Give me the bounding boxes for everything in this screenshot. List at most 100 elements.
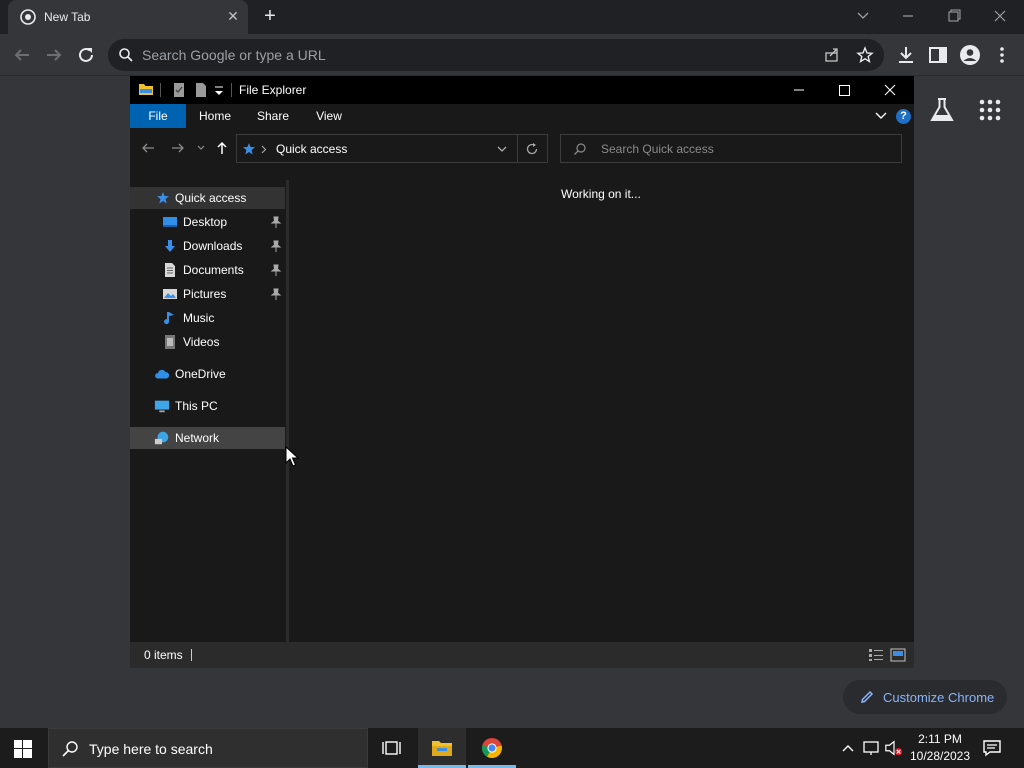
navigation-pane-splitter[interactable] [286,180,289,642]
ribbon-tab-share[interactable]: Share [248,104,298,128]
address-dropdown-icon[interactable] [496,145,508,154]
omnibox[interactable]: Search Google or type a URL [108,39,884,71]
restore-icon[interactable] [940,4,968,28]
tab-title: New Tab [44,10,91,24]
explorer-maximize-icon[interactable] [822,78,866,102]
tray-chevron-up-icon[interactable] [838,738,858,758]
item-count: 0 items [144,648,183,662]
explorer-ribbon: File Home Share View ? [130,104,914,128]
address-box[interactable]: Quick access [236,134,548,163]
ribbon-tab-view[interactable]: View [306,104,352,128]
large-icons-view-icon[interactable] [890,647,906,663]
explorer-minimize-icon[interactable] [777,78,821,102]
close-icon[interactable] [986,4,1014,28]
forward-arrow-icon[interactable] [42,43,66,67]
ribbon-tab-home[interactable]: Home [192,104,238,128]
pictures-icon [163,289,177,299]
customize-chrome-button[interactable]: Customize Chrome [843,680,1007,714]
share-icon[interactable] [824,47,840,63]
nav-label: OneDrive [175,367,226,381]
explorer-search-placeholder: Search Quick access [601,142,714,156]
download-icon[interactable] [894,43,918,67]
taskbar-clock[interactable]: 2:11 PM 10/28/2023 [900,731,980,765]
labs-flask-icon[interactable] [928,96,956,124]
refresh-icon[interactable] [525,142,539,156]
taskbar-file-explorer[interactable] [418,728,466,768]
new-folder-icon[interactable] [194,82,208,98]
side-panel-icon[interactable] [926,43,950,67]
nav-label: This PC [175,399,218,413]
explorer-close-icon[interactable] [868,78,912,102]
network-tray-icon[interactable] [862,738,882,758]
search-icon [574,143,586,155]
clock-date: 10/28/2023 [909,749,971,763]
tab-new-tab[interactable]: New Tab ✕ [8,0,248,34]
nav-item-downloads[interactable]: Downloads [130,235,285,257]
nav-item-quick-access[interactable]: Quick access [130,187,285,209]
file-explorer-window: File Explorer File Home Share View ? Qui… [130,76,914,668]
taskbar-chrome[interactable] [468,728,516,768]
up-arrow-icon[interactable] [214,140,230,156]
bookmark-star-icon[interactable] [856,46,874,64]
taskbar-search-placeholder: Type here to search [89,741,213,757]
status-divider [191,649,192,661]
mouse-cursor-icon [285,446,299,467]
task-view-icon[interactable] [382,739,402,757]
nav-item-documents[interactable]: Documents [130,259,285,281]
details-view-icon[interactable] [868,648,884,662]
taskbar-search-box[interactable]: Type here to search [48,728,368,768]
tab-close-button[interactable]: ✕ [224,7,242,25]
pin-icon[interactable] [270,215,282,229]
nav-item-videos[interactable]: Videos [130,331,285,353]
help-button[interactable]: ? [896,109,911,124]
windows-start-icon[interactable] [14,740,32,758]
more-menu-icon[interactable] [990,43,1014,67]
search-icon [119,48,133,62]
apps-grid-icon[interactable] [978,98,1002,122]
onedrive-cloud-icon [155,369,170,379]
desktop-icon [163,217,177,227]
nav-item-music[interactable]: Music [130,307,285,329]
quick-access-star-icon [243,143,255,155]
ribbon-expand-chevron-icon[interactable] [874,110,888,122]
recent-locations-icon[interactable] [196,144,206,152]
new-tab-button[interactable]: + [258,5,282,29]
chrome-icon [482,738,502,758]
nav-item-network[interactable]: Network [130,427,285,449]
reload-icon[interactable] [74,43,98,67]
breadcrumb-chevron-icon[interactable] [261,145,267,154]
title-divider [231,83,232,97]
pin-icon[interactable] [270,239,282,253]
explorer-titlebar[interactable]: File Explorer [130,76,914,104]
explorer-back-icon[interactable] [140,140,156,156]
tab-search-chevron-icon[interactable] [849,4,877,28]
nav-item-this-pc[interactable]: This PC [130,395,285,417]
ribbon-tab-file[interactable]: File [130,104,186,128]
nav-label: Documents [183,263,244,277]
back-arrow-icon[interactable] [10,43,34,67]
qat-customize-icon[interactable] [214,85,224,97]
pin-icon[interactable] [270,263,282,277]
file-list-pane[interactable] [290,168,914,642]
customize-chrome-label: Customize Chrome [883,690,995,705]
clock-time: 2:11 PM [918,732,962,746]
pin-icon[interactable] [270,287,282,301]
properties-icon[interactable] [172,82,186,98]
nav-item-pictures[interactable]: Pictures [130,283,285,305]
profile-icon[interactable] [958,43,982,67]
explorer-title: File Explorer [239,83,307,97]
minimize-icon[interactable] [894,4,922,28]
explorer-search-input[interactable]: Search Quick access [560,134,902,163]
nav-label: Music [183,311,215,325]
downloads-icon [165,240,175,252]
file-explorer-icon [432,741,452,756]
nav-item-desktop[interactable]: Desktop [130,211,285,233]
explorer-forward-icon[interactable] [170,140,186,156]
notification-center-icon[interactable] [982,738,1002,758]
nav-label: Videos [183,335,220,349]
quick-access-star-icon [157,192,169,204]
nav-item-onedrive[interactable]: OneDrive [130,363,285,385]
nav-label: Quick access [175,191,247,205]
documents-icon [165,263,175,277]
address-divider [517,135,518,162]
